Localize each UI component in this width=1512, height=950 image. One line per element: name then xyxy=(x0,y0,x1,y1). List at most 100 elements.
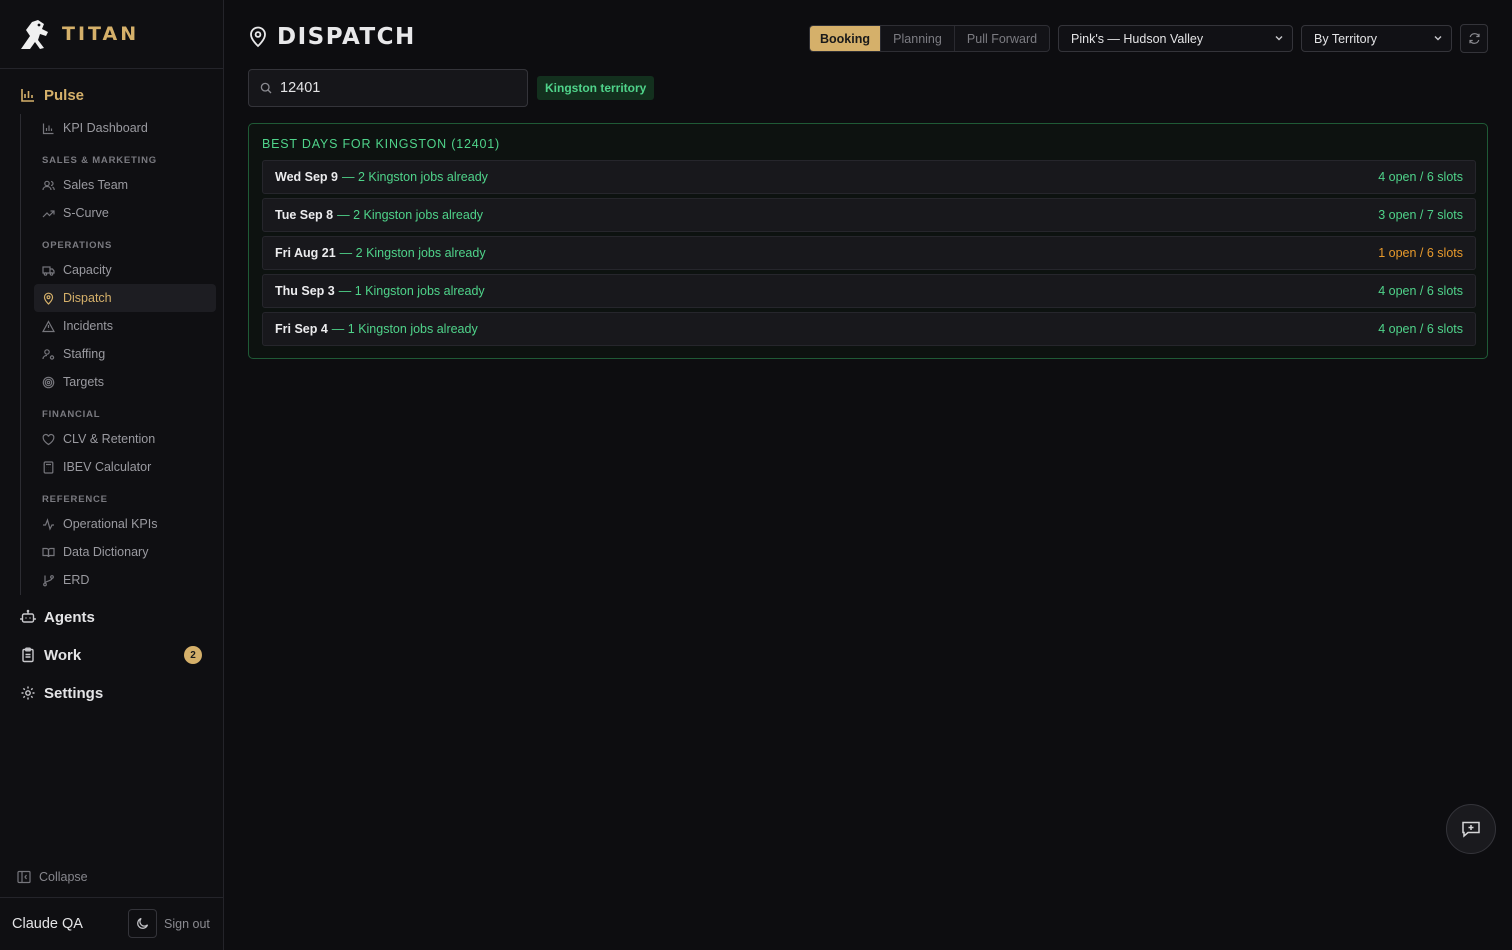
sidebar: TITAN Pulse KPI Dashboard SALES & MARKET… xyxy=(0,0,224,950)
day-label: Thu Sep 3 xyxy=(275,284,335,298)
list-item[interactable]: Fri Aug 21 — 2 Kingston jobs already 1 o… xyxy=(262,236,1476,270)
work-count-badge: 2 xyxy=(184,646,202,664)
location-select-value: Pink's — Hudson Valley xyxy=(1071,31,1204,46)
zip-search-input[interactable] xyxy=(280,80,500,96)
slot-availability: 3 open / 7 slots xyxy=(1378,208,1463,222)
list-item[interactable]: Fri Sep 4 — 1 Kingston jobs already 4 op… xyxy=(262,312,1476,346)
users-icon xyxy=(42,179,55,192)
page-title: DISPATCH xyxy=(248,24,416,50)
panel-left-close-icon xyxy=(17,870,31,884)
refresh-icon xyxy=(1468,32,1481,45)
user-footer: Claude QA Sign out xyxy=(0,897,223,950)
feedback-chat-button[interactable] xyxy=(1446,804,1496,854)
sidebar-item-kpi-dashboard[interactable]: KPI Dashboard xyxy=(34,114,216,142)
sidebar-item-dispatch[interactable]: Dispatch xyxy=(34,284,216,312)
user-name: Claude QA xyxy=(12,916,83,932)
sign-out-button[interactable]: Sign out xyxy=(164,917,210,931)
list-item[interactable]: Thu Sep 3 — 1 Kingston jobs already 4 op… xyxy=(262,274,1476,308)
grouping-select-value: By Territory xyxy=(1314,31,1377,46)
refresh-button[interactable] xyxy=(1460,24,1488,53)
day-description: — 1 Kingston jobs already xyxy=(338,284,485,298)
sidebar-item-sales-team[interactable]: Sales Team xyxy=(34,171,216,199)
sidebar-item-label: Targets xyxy=(63,375,104,389)
sidebar-item-targets[interactable]: Targets xyxy=(34,368,216,396)
alert-triangle-icon xyxy=(42,319,55,333)
sidebar-item-ibev-calculator[interactable]: IBEV Calculator xyxy=(34,453,216,481)
message-square-plus-icon xyxy=(1461,820,1481,838)
nav-work[interactable]: Work xyxy=(20,644,210,666)
collapse-sidebar-button[interactable]: Collapse xyxy=(17,870,88,884)
nav-agents-label: Agents xyxy=(44,608,95,626)
sidebar-item-label: KPI Dashboard xyxy=(63,121,148,135)
sidebar-item-label: Capacity xyxy=(63,263,112,277)
list-item[interactable]: Tue Sep 8 — 2 Kingston jobs already 3 op… xyxy=(262,198,1476,232)
target-icon xyxy=(42,376,55,389)
best-days-title: BEST DAYS FOR KINGSTON (12401) xyxy=(262,137,500,151)
sidebar-item-label: IBEV Calculator xyxy=(63,460,152,474)
git-branch-icon xyxy=(42,574,55,587)
nav-agents[interactable]: Agents xyxy=(20,606,210,628)
zip-search-field xyxy=(248,69,528,107)
chevron-down-icon xyxy=(1432,32,1444,44)
gear-icon xyxy=(20,685,36,701)
sidebar-item-label: CLV & Retention xyxy=(63,432,156,446)
clipboard-icon xyxy=(20,647,36,663)
truck-icon xyxy=(42,264,55,277)
sidebar-item-label: ERD xyxy=(63,573,90,587)
section-heading-operations: OPERATIONS xyxy=(42,240,113,251)
trending-up-icon xyxy=(42,207,55,220)
day-description: — 2 Kingston jobs already xyxy=(341,170,488,184)
list-item[interactable]: Wed Sep 9 — 2 Kingston jobs already 4 op… xyxy=(262,160,1476,194)
nav-pulse[interactable]: Pulse xyxy=(20,84,210,106)
tab-pull-forward[interactable]: Pull Forward xyxy=(955,26,1049,51)
sidebar-item-capacity[interactable]: Capacity xyxy=(34,256,216,284)
page-title-text: DISPATCH xyxy=(277,24,416,50)
slot-availability: 1 open / 6 slots xyxy=(1378,246,1463,260)
map-pin-icon xyxy=(42,292,55,305)
day-label: Fri Sep 4 xyxy=(275,322,328,336)
day-description: — 2 Kingston jobs already xyxy=(339,246,486,260)
tab-booking[interactable]: Booking xyxy=(810,26,881,51)
sidebar-item-s-curve[interactable]: S-Curve xyxy=(34,199,216,227)
brand-name: TITAN xyxy=(62,23,140,45)
moon-icon xyxy=(136,917,149,930)
slot-availability: 4 open / 6 slots xyxy=(1378,284,1463,298)
chevron-down-icon xyxy=(1273,32,1285,44)
pulse-subnav: KPI Dashboard SALES & MARKETING Sales Te… xyxy=(20,114,216,595)
sidebar-item-label: Dispatch xyxy=(63,291,112,305)
nav-pulse-label: Pulse xyxy=(44,86,85,104)
grouping-select[interactable]: By Territory xyxy=(1301,25,1452,52)
sidebar-item-operational-kpis[interactable]: Operational KPIs xyxy=(34,510,216,538)
calculator-icon xyxy=(42,460,55,474)
sidebar-item-clv-retention[interactable]: CLV & Retention xyxy=(34,425,216,453)
location-select[interactable]: Pink's — Hudson Valley xyxy=(1058,25,1293,52)
section-heading-financial: FINANCIAL xyxy=(42,409,101,420)
sidebar-item-label: Staffing xyxy=(63,347,106,361)
sidebar-item-incidents[interactable]: Incidents xyxy=(34,312,216,340)
sidebar-item-label: Incidents xyxy=(63,319,114,333)
slot-availability: 4 open / 6 slots xyxy=(1378,322,1463,336)
territory-badge: Kingston territory xyxy=(537,76,655,100)
sidebar-item-data-dictionary[interactable]: Data Dictionary xyxy=(34,538,216,566)
sidebar-item-label: Data Dictionary xyxy=(63,545,149,559)
activity-icon xyxy=(42,517,55,531)
section-heading-sales-marketing: SALES & MARKETING xyxy=(42,155,157,166)
search-icon xyxy=(260,82,272,94)
sidebar-item-label: Operational KPIs xyxy=(63,517,158,531)
sidebar-item-staffing[interactable]: Staffing xyxy=(34,340,216,368)
brand-logo[interactable]: TITAN xyxy=(0,0,223,69)
sidebar-item-label: S-Curve xyxy=(63,206,109,220)
tab-planning[interactable]: Planning xyxy=(881,26,955,51)
bar-chart-icon xyxy=(20,87,36,103)
book-open-icon xyxy=(42,546,55,559)
titan-logo-icon xyxy=(18,16,54,52)
sidebar-item-erd[interactable]: ERD xyxy=(34,566,216,594)
day-description: — 1 Kingston jobs already xyxy=(331,322,478,336)
day-label: Fri Aug 21 xyxy=(275,246,336,260)
bot-icon xyxy=(20,609,36,625)
theme-toggle-button[interactable] xyxy=(128,909,157,938)
nav-settings[interactable]: Settings xyxy=(20,682,210,704)
sidebar-item-label: Sales Team xyxy=(63,178,129,192)
map-pin-icon xyxy=(248,26,268,48)
user-cog-icon xyxy=(42,348,55,361)
